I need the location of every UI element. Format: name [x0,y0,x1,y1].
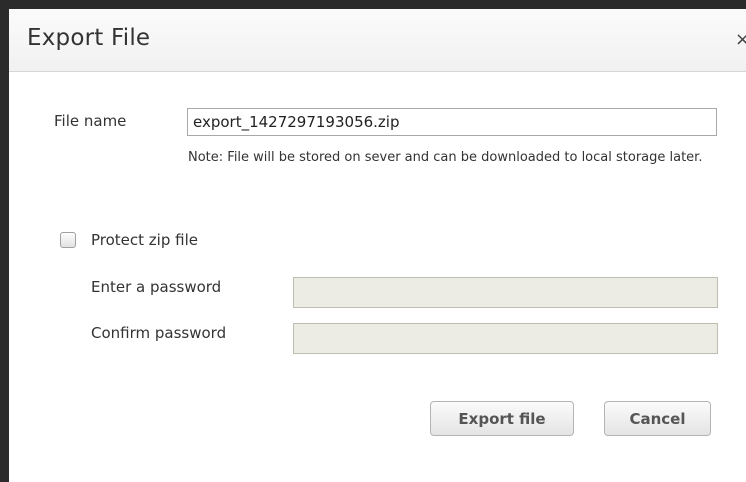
cancel-button[interactable]: Cancel [604,401,711,436]
close-icon[interactable]: × [735,29,746,50]
dialog-title: Export File [27,25,151,51]
export-file-dialog: Export File × File name Note: File will … [9,9,746,482]
file-name-input[interactable] [187,108,717,136]
confirm-password-input[interactable] [293,323,718,354]
protect-zip-label[interactable]: Protect zip file [91,231,198,249]
file-name-label: File name [54,112,127,130]
enter-password-input[interactable] [293,277,718,308]
storage-note: Note: File will be stored on sever and c… [188,150,703,165]
export-file-button[interactable]: Export file [430,401,574,436]
confirm-password-label: Confirm password [91,324,227,342]
protect-zip-checkbox[interactable] [60,232,76,248]
dialog-titlebar: Export File × [9,9,746,72]
enter-password-label: Enter a password [91,278,222,296]
